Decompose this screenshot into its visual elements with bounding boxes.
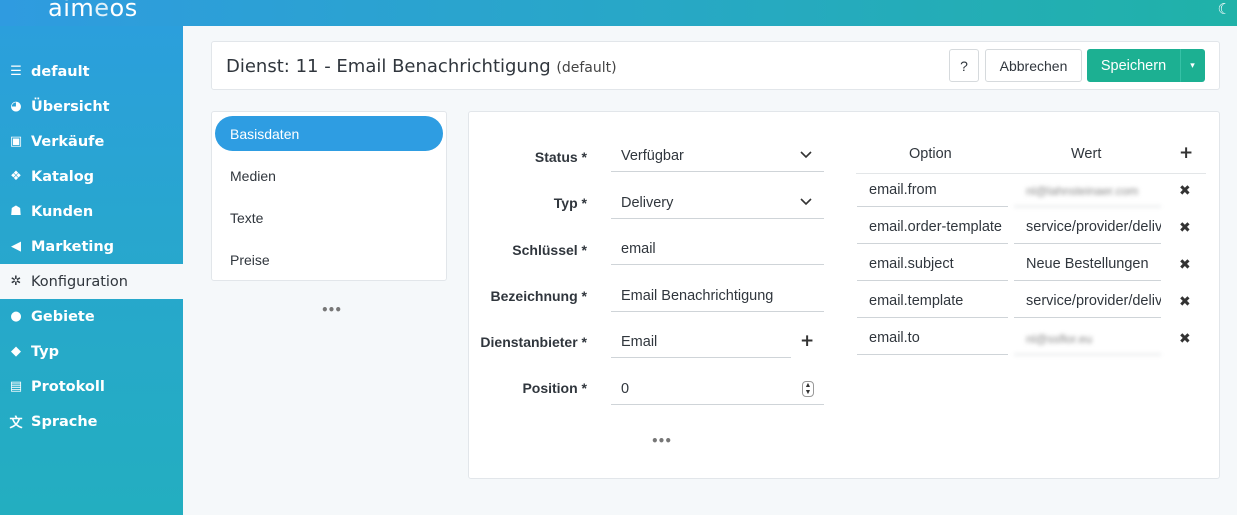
sidebar-item-sprache[interactable]: 文 Sprache	[0, 404, 183, 439]
save-button[interactable]: Speichern	[1087, 49, 1180, 82]
remove-option-icon[interactable]: ✖	[1179, 257, 1191, 273]
site-label: (default)	[556, 60, 617, 76]
add-option-icon[interactable]: +	[1179, 143, 1193, 163]
sidebar-item-gebiete[interactable]: ● Gebiete	[0, 299, 183, 334]
sidebar-item-protokoll[interactable]: ▤ Protokoll	[0, 369, 183, 404]
name-input[interactable]: Email Benachrichtigung	[611, 281, 824, 312]
page-title-text: Dienst: 11 - Email Benachrichtigung	[226, 56, 551, 77]
option-column-header: Option	[909, 146, 952, 162]
value-column-header: Wert	[1071, 146, 1102, 162]
option-key-input[interactable]: email.order-template	[857, 212, 1008, 244]
tag-icon: ◆	[11, 344, 21, 359]
provider-label: Dienstanbieter *	[480, 334, 587, 350]
option-value-input[interactable]: nl@ssflor.eu	[1014, 323, 1161, 355]
tab-preise[interactable]: Preise	[215, 242, 443, 277]
option-value-input[interactable]: Neue Bestellungen	[1014, 249, 1161, 281]
nav-more-button[interactable]: •••	[321, 303, 342, 317]
sidebar-item-label: Marketing	[31, 238, 115, 255]
basic-data-form: Status * Verfügbar Typ * Delivery Schlüs…	[468, 111, 1220, 479]
aimeos-logo[interactable]: aimeos	[48, 0, 138, 22]
position-value: 0	[621, 381, 630, 397]
provider-input[interactable]: Email	[611, 327, 791, 358]
cubes-icon: ❖	[10, 169, 22, 184]
dashboard-icon: ◕	[10, 99, 22, 114]
options-header-divider	[856, 173, 1206, 174]
remove-option-icon[interactable]: ✖	[1179, 220, 1191, 236]
section-nav: Basisdaten Medien Texte Preise	[211, 111, 447, 281]
option-value-input[interactable]: service/provider/delivery	[1014, 286, 1161, 318]
sidebar-item-label: Sprache	[31, 413, 98, 430]
option-value-input[interactable]: service/provider/delivery	[1014, 212, 1161, 244]
sidebar-item-marketing[interactable]: ◀ Marketing	[0, 229, 183, 264]
status-label: Status *	[534, 149, 587, 165]
add-provider-icon[interactable]: +	[800, 331, 814, 351]
option-key-input[interactable]: email.subject	[857, 249, 1008, 281]
sidebar-item-übersicht[interactable]: ◕ Übersicht	[0, 89, 183, 124]
sidebar-item-konfiguration[interactable]: ✲ Konfiguration	[0, 264, 183, 299]
list-icon: ☰	[10, 64, 22, 79]
globe-icon: ●	[10, 309, 22, 324]
moon-icon[interactable]: ☾	[1218, 0, 1231, 18]
sidebar-item-verkäufe[interactable]: ▣ Verkäufe	[0, 124, 183, 159]
stepper-icon[interactable]: ▲ ▼	[802, 381, 814, 397]
sidebar-item-katalog[interactable]: ❖ Katalog	[0, 159, 183, 194]
sidebar-item-label: Übersicht	[31, 98, 110, 115]
megaphone-icon: ◀	[11, 239, 21, 254]
sidebar-item-typ[interactable]: ◆ Typ	[0, 334, 183, 369]
language-icon: 文	[9, 416, 23, 431]
status-select[interactable]: Verfügbar	[611, 141, 824, 172]
form-more-button[interactable]: •••	[651, 434, 672, 448]
status-value: Verfügbar	[621, 148, 684, 164]
page-header: Dienst: 11 - Email Benachrichtigung (def…	[211, 41, 1220, 90]
sidebar-item-label: Katalog	[31, 168, 95, 185]
tab-medien[interactable]: Medien	[215, 158, 443, 193]
sidebar-item-label: Gebiete	[31, 308, 95, 325]
sidebar-item-default[interactable]: ☰ default	[0, 54, 183, 89]
chevron-down-icon	[800, 148, 812, 162]
code-input[interactable]: email	[611, 234, 824, 265]
save-options-dropdown[interactable]: ▾	[1180, 49, 1205, 82]
code-label: Schlüssel *	[512, 242, 587, 258]
tab-texte[interactable]: Texte	[215, 200, 443, 235]
archive-icon: ▤	[9, 379, 23, 394]
sidebar-item-label: Konfiguration	[31, 273, 128, 290]
chevron-down-icon	[800, 195, 812, 209]
users-icon: ☗	[10, 204, 22, 219]
option-key-input[interactable]: email.from	[857, 175, 1008, 207]
sidebar-item-label: Typ	[31, 343, 60, 360]
sidebar-item-kunden[interactable]: ☗ Kunden	[0, 194, 183, 229]
tab-basisdaten[interactable]: Basisdaten	[215, 116, 443, 151]
money-icon: ▣	[9, 134, 23, 149]
remove-option-icon[interactable]: ✖	[1179, 294, 1191, 310]
sidebar-item-label: Verkäufe	[31, 133, 105, 150]
option-key-input[interactable]: email.to	[857, 323, 1008, 355]
remove-option-icon[interactable]: ✖	[1179, 331, 1191, 347]
name-label: Bezeichnung *	[490, 288, 587, 304]
type-value: Delivery	[621, 195, 674, 211]
position-input[interactable]: 0 ▲ ▼	[611, 374, 824, 405]
position-label: Position *	[522, 380, 587, 396]
remove-option-icon[interactable]: ✖	[1179, 183, 1191, 199]
cancel-button[interactable]: Abbrechen	[985, 49, 1082, 82]
top-bar: aimeos ☾	[0, 0, 1237, 26]
sidebar-item-label: Protokoll	[31, 378, 105, 395]
option-key-input[interactable]: email.template	[857, 286, 1008, 318]
help-button[interactable]: ?	[949, 49, 979, 82]
option-value-input[interactable]: nl@lahnsteinaer.com	[1014, 175, 1161, 207]
sidebar-item-label: default	[31, 63, 90, 80]
page-title: Dienst: 11 - Email Benachrichtigung (def…	[226, 56, 617, 77]
type-label: Typ *	[553, 195, 587, 211]
type-select[interactable]: Delivery	[611, 188, 824, 219]
sidebar-item-label: Kunden	[31, 203, 94, 220]
cogs-icon: ✲	[10, 274, 22, 289]
